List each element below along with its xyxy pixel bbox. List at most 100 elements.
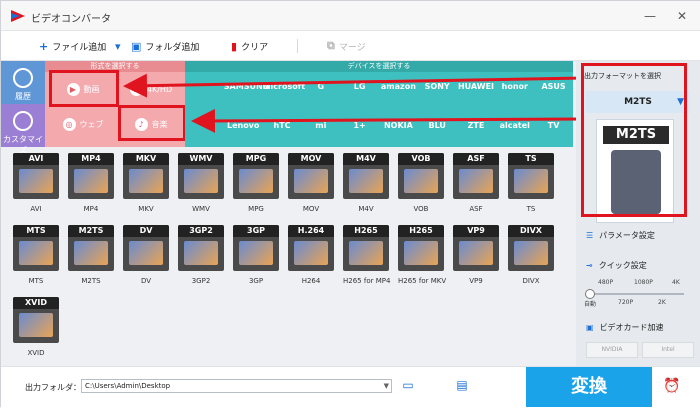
- format-tile[interactable]: MOV MOV: [288, 153, 334, 213]
- category-4khd[interactable]: 4K 4K/HD: [119, 73, 183, 106]
- device-brand[interactable]: Microsoft: [263, 82, 305, 91]
- format-tile[interactable]: MKV MKV: [123, 153, 169, 213]
- format-tile[interactable]: WMV WMV: [178, 153, 224, 213]
- format-tile[interactable]: H265 H265 for MP4: [343, 225, 391, 285]
- speaker-icon: ♪: [134, 118, 148, 131]
- format-thumbnail-icon: MKV: [123, 153, 169, 199]
- format-badge: WMV: [178, 153, 224, 165]
- gpu-accel-toggle[interactable]: ▣ ビデオカード加速: [586, 319, 664, 335]
- app-window: ビデオコンバータ — ✕ + ファイル追加 ▾ ▣ フォルダ追加 ▮ クリア ⧉…: [0, 0, 700, 408]
- left-nav: 履歴 カスタマイズ: [1, 61, 45, 155]
- gpu-intel[interactable]: Intel: [642, 342, 694, 358]
- open-folder-icon[interactable]: ▭: [401, 378, 415, 392]
- format-tile[interactable]: MTS MTS: [13, 225, 59, 285]
- format-tile[interactable]: VOB VOB: [398, 153, 444, 213]
- quality-slider[interactable]: [585, 289, 684, 299]
- format-thumbnail-icon: H265: [343, 225, 389, 271]
- browse-folder-icon[interactable]: ▤: [455, 378, 469, 392]
- device-brand[interactable]: ZTE: [457, 121, 496, 130]
- format-thumbnail-icon: VOB: [398, 153, 444, 199]
- film-icon: [19, 169, 53, 193]
- device-brand[interactable]: ASUS: [534, 82, 573, 91]
- quality-tick-480p: 480P: [598, 279, 614, 286]
- alarm-clock-icon[interactable]: ⏰: [663, 377, 681, 395]
- format-tile[interactable]: DIVX DIVX: [508, 225, 554, 285]
- output-folder-path: C:\Users\Admin\Desktop: [85, 382, 171, 390]
- format-tile[interactable]: MP4 MP4: [68, 153, 114, 213]
- format-name: AVI: [30, 205, 42, 213]
- device-brand[interactable]: LG: [340, 82, 379, 91]
- film-icon: [294, 169, 328, 193]
- add-file-button[interactable]: + ファイル追加: [39, 39, 106, 53]
- device-brand[interactable]: alcatel: [495, 121, 534, 130]
- gpu-accel-label: ビデオカード加速: [599, 322, 664, 332]
- format-badge: MKV: [123, 153, 169, 165]
- format-thumbnail-icon: TS: [508, 153, 554, 199]
- format-thumbnail-icon: XVID: [13, 297, 59, 343]
- format-tile[interactable]: ASF ASF: [453, 153, 499, 213]
- format-tile[interactable]: 3GP2 3GP2: [178, 225, 224, 285]
- clear-button[interactable]: ▮ クリア: [231, 39, 268, 53]
- gear-icon: [13, 111, 33, 131]
- app-logo-icon: [11, 10, 25, 22]
- minimize-button[interactable]: —: [641, 7, 659, 25]
- device-brand[interactable]: HUAWEI: [457, 82, 496, 91]
- format-tile[interactable]: VP9 VP9: [453, 225, 499, 285]
- history-label: 履歴: [15, 92, 31, 101]
- title-bar: ビデオコンバータ — ✕: [1, 1, 700, 31]
- category-music[interactable]: ♪ 音楽: [119, 108, 183, 141]
- play-icon: ▶: [66, 83, 80, 96]
- merge-button[interactable]: ⧉ マージ: [327, 39, 366, 53]
- format-thumbnail-icon: H.264: [288, 225, 334, 271]
- add-file-label: ファイル追加: [52, 42, 107, 53]
- device-brand[interactable]: SONY: [418, 82, 457, 91]
- convert-button[interactable]: 変換: [526, 367, 652, 407]
- film-icon: [294, 241, 328, 265]
- add-folder-button[interactable]: ▣ フォルダ追加: [131, 39, 199, 53]
- format-tile[interactable]: 3GP 3GP: [233, 225, 279, 285]
- chevron-down-icon[interactable]: ▼: [384, 380, 389, 392]
- format-name: VOB: [413, 205, 429, 213]
- output-format-select[interactable]: M2TS ▼: [586, 91, 690, 113]
- close-button[interactable]: ✕: [673, 7, 691, 25]
- format-tile[interactable]: M2TS M2TS: [68, 225, 114, 285]
- format-tile[interactable]: H.264 H264: [288, 225, 334, 285]
- category-video[interactable]: ▶ 動画: [49, 73, 117, 106]
- param-settings-button[interactable]: ☰ パラメータ設定: [586, 227, 655, 243]
- device-brand[interactable]: G: [301, 82, 340, 91]
- device-brand[interactable]: mi: [301, 121, 340, 130]
- device-brand[interactable]: SAMSUNG: [224, 82, 269, 91]
- format-tile[interactable]: DV DV: [123, 225, 169, 285]
- format-tile[interactable]: H265 H265 for MKV: [398, 225, 446, 285]
- format-name: H265 for MP4: [343, 277, 391, 285]
- device-brand[interactable]: TV: [534, 121, 573, 130]
- format-tile[interactable]: AVI AVI: [13, 153, 59, 213]
- format-tile[interactable]: M4V M4V: [343, 153, 389, 213]
- customize-button[interactable]: カスタマイズ: [1, 104, 45, 155]
- device-brand[interactable]: honor: [495, 82, 534, 91]
- sliders-icon: ☰: [586, 230, 594, 240]
- output-folder-input[interactable]: C:\Users\Admin\Desktop ▼: [81, 379, 392, 393]
- quality-tick-auto: 自動: [584, 301, 597, 308]
- device-brand[interactable]: Lenovo: [224, 121, 263, 130]
- format-thumbnail-icon: MPG: [233, 153, 279, 199]
- format-tile[interactable]: XVID XVID: [13, 297, 59, 357]
- device-brand[interactable]: BLU: [418, 121, 457, 130]
- gpu-nvidia[interactable]: NVIDIA: [586, 342, 638, 358]
- format-thumbnail-icon: ASF: [453, 153, 499, 199]
- device-brand[interactable]: NOKIA: [379, 121, 418, 130]
- arrow-icon: ⊸: [586, 260, 593, 270]
- category-web[interactable]: ◎ ウェブ: [49, 108, 117, 141]
- device-brand[interactable]: amazon: [379, 82, 418, 91]
- format-tile[interactable]: TS TS: [508, 153, 554, 213]
- history-button[interactable]: 履歴: [1, 61, 45, 104]
- format-name: MKV: [138, 205, 154, 213]
- bottom-bar: 出力フォルダ： C:\Users\Admin\Desktop ▼ ▭ ▤ 変換 …: [1, 366, 700, 408]
- device-brand[interactable]: 1+: [340, 121, 379, 130]
- device-brand[interactable]: hTC: [263, 121, 302, 130]
- quality-slider-knob[interactable]: [585, 289, 595, 299]
- format-tile[interactable]: MPG MPG: [233, 153, 279, 213]
- format-badge: TS: [508, 153, 554, 165]
- add-file-dropdown[interactable]: ▾: [115, 39, 121, 53]
- format-name: VP9: [469, 277, 483, 285]
